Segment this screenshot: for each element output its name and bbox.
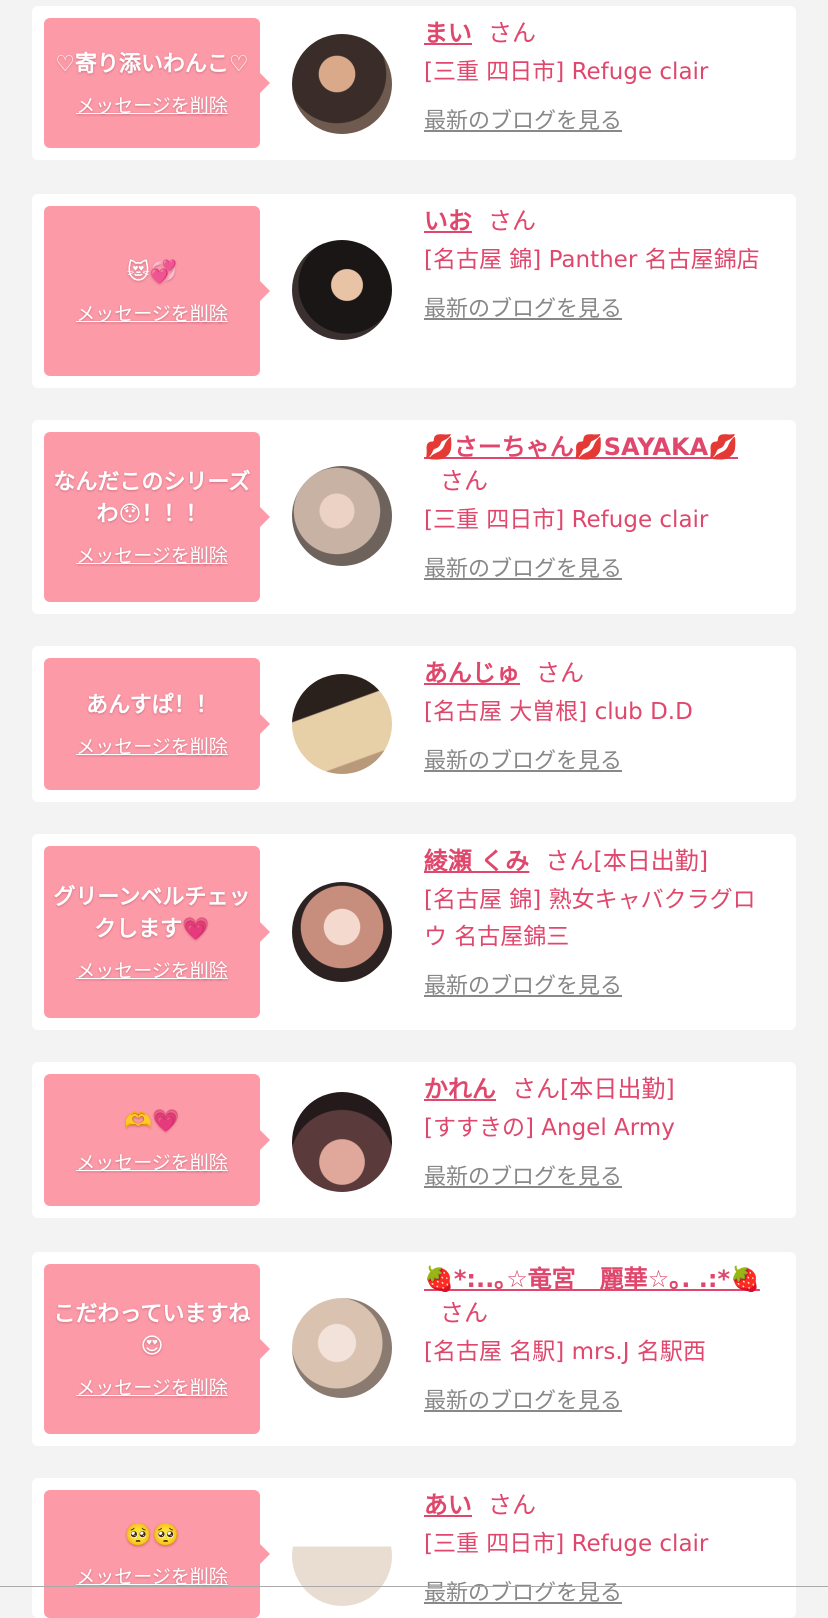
- message-bubble: 🫶💗 メッセージを削除: [44, 1074, 270, 1206]
- honorific: さん: [440, 1299, 488, 1327]
- shop-name: [名古屋 大曽根] club D.D: [424, 699, 693, 725]
- message-text: 🥺🥺: [124, 1522, 180, 1548]
- list-item: 🫶💗 メッセージを削除 かれん さん[本日出勤] [すすきの] Angel Arm…: [32, 1062, 796, 1218]
- latest-blog-link[interactable]: 最新のブログを見る: [424, 743, 622, 775]
- message-bubble: グリーンベルチェックします💗 メッセージを削除: [44, 846, 270, 1018]
- list-item: ♡寄り添いわんこ♡ メッセージを削除 まい さん [三重 四日市] Refuge …: [32, 6, 796, 160]
- message-bubble: こだわっていますね😍 メッセージを削除: [44, 1264, 270, 1434]
- message-text: グリーンベルチェックします💗: [53, 884, 251, 942]
- cast-name-link[interactable]: 💋さーちゃん💋SAYAKA💋: [424, 433, 738, 461]
- cast-name-link[interactable]: いお: [424, 207, 472, 235]
- shop-name: [名古屋 錦] 熟女キャバクラグロウ 名古屋錦三: [424, 887, 756, 950]
- honorific: さん: [512, 1075, 560, 1103]
- avatar[interactable]: [292, 1298, 392, 1398]
- list-item: 😻💞 メッセージを削除 いお さん [名古屋 錦] Panther 名古屋錦店 最…: [32, 194, 796, 388]
- delete-message-link[interactable]: メッセージを削除: [76, 1562, 228, 1589]
- delete-message-link[interactable]: メッセージを削除: [76, 91, 228, 118]
- shop-name: [三重 四日市] Refuge clair: [424, 1531, 709, 1557]
- message-text: あんすぱ！！: [86, 692, 218, 718]
- honorific: さん: [488, 19, 536, 47]
- delete-message-link[interactable]: メッセージを削除: [76, 299, 228, 326]
- cast-name-link[interactable]: 綾瀬 くみ: [424, 847, 529, 875]
- message-bubble: 🥺🥺 メッセージを削除: [44, 1490, 270, 1618]
- list-item: こだわっていますね😍 メッセージを削除 🍓*:..｡☆竜宮 麗華☆｡. .:*🍓…: [32, 1252, 796, 1446]
- shop-name: [名古屋 名駅] mrs.J 名駅西: [424, 1339, 706, 1365]
- avatar[interactable]: [292, 674, 392, 774]
- list-item: グリーンベルチェックします💗 メッセージを削除 綾瀬 くみ さん[本日出勤] [名…: [32, 834, 796, 1030]
- delete-message-link[interactable]: メッセージを削除: [76, 1148, 228, 1175]
- honorific: さん: [536, 659, 584, 687]
- latest-blog-link[interactable]: 最新のブログを見る: [424, 968, 622, 1000]
- avatar[interactable]: [292, 882, 392, 982]
- message-bubble: ♡寄り添いわんこ♡ メッセージを削除: [44, 18, 270, 148]
- list-item: なんだこのシリーズわ😯！！！ メッセージを削除 💋さーちゃん💋SAYAKA💋 さん…: [32, 420, 796, 614]
- cast-name-link[interactable]: かれん: [424, 1075, 496, 1103]
- work-status: [本日出勤]: [593, 847, 709, 875]
- divider: [0, 1586, 828, 1587]
- honorific: さん: [440, 467, 488, 495]
- cast-name-link[interactable]: あんじゅ: [424, 659, 520, 687]
- avatar[interactable]: [292, 1092, 392, 1192]
- latest-blog-link[interactable]: 最新のブログを見る: [424, 103, 622, 135]
- latest-blog-link[interactable]: 最新のブログを見る: [424, 1383, 622, 1415]
- honorific: さん: [488, 207, 536, 235]
- cast-name-link[interactable]: まい: [424, 19, 472, 47]
- list-item: 🥺🥺 メッセージを削除 あい さん [三重 四日市] Refuge clair 最…: [32, 1478, 796, 1618]
- latest-blog-link[interactable]: 最新のブログを見る: [424, 291, 622, 323]
- cast-name-link[interactable]: あい: [424, 1491, 472, 1519]
- delete-message-link[interactable]: メッセージを削除: [76, 1373, 228, 1400]
- shop-name: [名古屋 錦] Panther 名古屋錦店: [424, 247, 760, 273]
- delete-message-link[interactable]: メッセージを削除: [76, 956, 228, 983]
- avatar[interactable]: [292, 466, 392, 566]
- message-bubble: 😻💞 メッセージを削除: [44, 206, 270, 376]
- shop-name: [すすきの] Angel Army: [424, 1115, 675, 1141]
- latest-blog-link[interactable]: 最新のブログを見る: [424, 1575, 622, 1607]
- message-text: ♡寄り添いわんこ♡: [55, 51, 249, 77]
- avatar[interactable]: [292, 1506, 392, 1606]
- honorific: さん: [545, 847, 594, 875]
- message-bubble: なんだこのシリーズわ😯！！！ メッセージを削除: [44, 432, 270, 602]
- delete-message-link[interactable]: メッセージを削除: [76, 732, 228, 759]
- delete-message-link[interactable]: メッセージを削除: [76, 541, 228, 568]
- message-text: 🫶💗: [124, 1108, 180, 1134]
- avatar[interactable]: [292, 34, 392, 134]
- message-text: なんだこのシリーズわ😯！！！: [53, 469, 251, 527]
- latest-blog-link[interactable]: 最新のブログを見る: [424, 1159, 622, 1191]
- message-text: こだわっていますね😍: [53, 1301, 251, 1359]
- avatar[interactable]: [292, 240, 392, 340]
- cast-name-link[interactable]: 🍓*:..｡☆竜宮 麗華☆｡. .:*🍓: [424, 1265, 760, 1293]
- shop-name: [三重 四日市] Refuge clair: [424, 507, 709, 533]
- honorific: さん: [488, 1491, 536, 1519]
- shop-name: [三重 四日市] Refuge clair: [424, 59, 709, 85]
- work-status: [本日出勤]: [560, 1075, 675, 1103]
- latest-blog-link[interactable]: 最新のブログを見る: [424, 551, 622, 583]
- message-text: 😻💞: [126, 259, 178, 285]
- message-bubble: あんすぱ！！ メッセージを削除: [44, 658, 270, 790]
- list-item: あんすぱ！！ メッセージを削除 あんじゅ さん [名古屋 大曽根] club D.…: [32, 646, 796, 802]
